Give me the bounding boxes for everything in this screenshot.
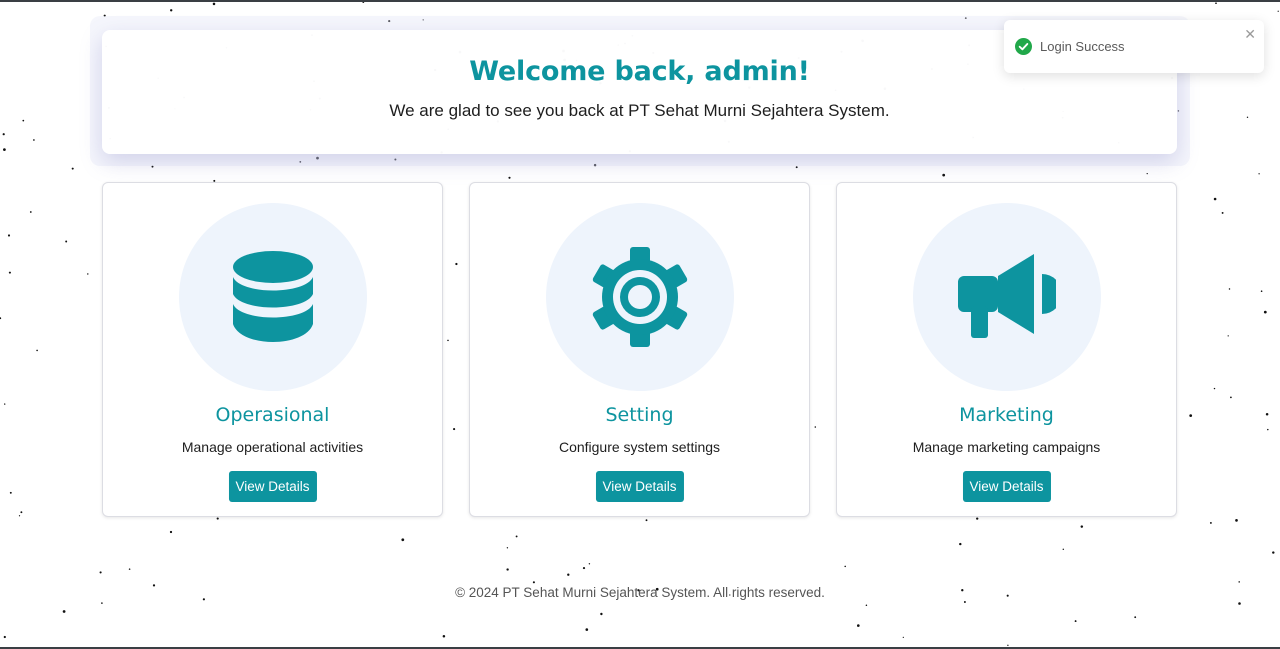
card-title: Setting bbox=[605, 404, 674, 426]
footer-copyright: © 2024 PT Sehat Murni Sejahtera System. … bbox=[455, 585, 825, 600]
card-operasional: Operasional Manage operational activitie… bbox=[102, 182, 443, 517]
gear-icon bbox=[592, 247, 688, 347]
close-icon[interactable]: ✕ bbox=[1244, 27, 1256, 43]
megaphone-icon bbox=[958, 254, 1056, 338]
icon-circle bbox=[546, 203, 734, 391]
card-description: Manage operational activities bbox=[181, 439, 364, 455]
view-details-button-operasional[interactable]: View Details bbox=[228, 471, 317, 502]
card-description: Configure system settings bbox=[558, 439, 721, 455]
card-title: Operasional bbox=[215, 404, 330, 426]
card-title: Marketing bbox=[959, 404, 1054, 426]
card-setting: Setting Configure system settings View D… bbox=[469, 182, 810, 517]
login-success-toast: Login Success ✕ bbox=[1004, 20, 1264, 73]
icon-circle bbox=[179, 203, 367, 391]
view-details-button-marketing[interactable]: View Details bbox=[962, 471, 1051, 502]
welcome-subtitle: We are glad to see you back at PT Sehat … bbox=[389, 101, 890, 120]
card-description: Manage marketing campaigns bbox=[912, 439, 1101, 455]
icon-circle bbox=[913, 203, 1101, 391]
database-icon bbox=[233, 251, 313, 342]
toast-message: Login Success bbox=[1040, 39, 1125, 54]
card-marketing: Marketing Manage marketing campaigns Vie… bbox=[836, 182, 1177, 517]
check-circle-icon bbox=[1015, 38, 1032, 55]
view-details-button-setting[interactable]: View Details bbox=[595, 471, 684, 502]
